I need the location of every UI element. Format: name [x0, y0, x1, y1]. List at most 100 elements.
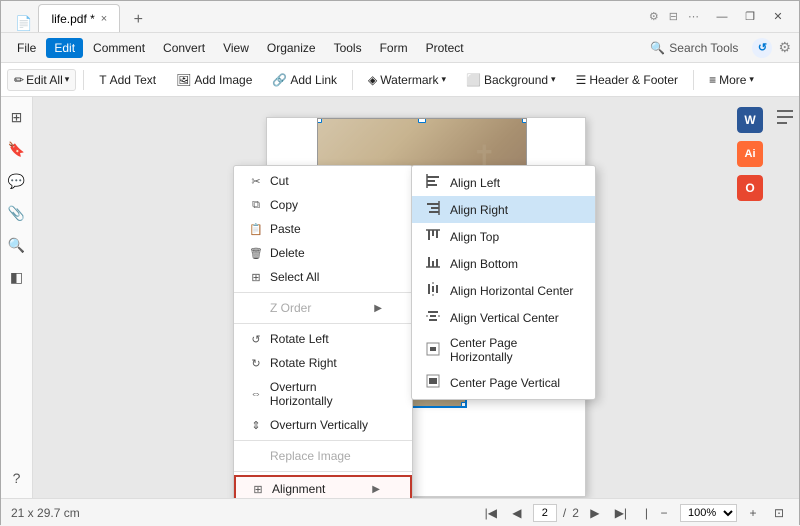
add-text-button[interactable]: T Add Text [91, 69, 164, 91]
center-page-h-item[interactable]: Center Page Horizontally [412, 331, 595, 369]
toolbar: ✏ Edit All ▾ T Add Text 🖼 Add Image 🔗 Ad… [1, 63, 799, 97]
search-sidebar-icon[interactable]: 🔍 [5, 233, 29, 257]
more-button[interactable]: ≡ More ▾ [701, 69, 762, 91]
menu-edit[interactable]: Edit [46, 38, 83, 58]
panel-toggle[interactable] [775, 107, 795, 130]
handle-tc[interactable] [418, 118, 426, 123]
align-bottom-item[interactable]: Align Bottom [412, 250, 595, 277]
select-all-icon: ⊞ [248, 271, 264, 284]
fit-page-button[interactable]: ⊡ [769, 503, 789, 523]
next-page-button[interactable]: ▶ [585, 503, 605, 523]
align-right-label: Align Right [450, 203, 508, 217]
ctx-select-all[interactable]: ⊞Select All [234, 265, 412, 289]
align-v-center-item[interactable]: Align Vertical Center [412, 304, 595, 331]
tabs-area: 📄 life.pdf * × + [1, 1, 152, 32]
status-right: |◀ ◀ / 2 ▶ ▶| | − 100% 75% 125% 150% + ⊡ [481, 503, 789, 523]
align-right-item[interactable]: Align Right [412, 196, 595, 223]
title-bar: 📄 life.pdf * × + ⚙ ⊟ ⋯ — ❐ ✕ [1, 1, 799, 33]
background-button[interactable]: ⬜ Background ▾ [458, 69, 564, 91]
ctx-overturn-h[interactable]: ⇔Overturn Horizontally [234, 375, 412, 413]
zoom-select[interactable]: 100% 75% 125% 150% [680, 504, 737, 522]
alignment-icon: ⊞ [250, 483, 266, 496]
tab-close-button[interactable]: × [101, 13, 107, 25]
ctx-rotate-left[interactable]: ↺Rotate Left [234, 327, 412, 351]
main-area: ⊞ 🔖 💬 📎 🔍 ◧ ? ✝ 🚿 [1, 97, 799, 498]
watermark-icon: ◈ [368, 73, 377, 87]
attachment-icon[interactable]: 📎 [5, 201, 29, 225]
align-left-item[interactable]: Align Left [412, 169, 595, 196]
ctx-rotate-right[interactable]: ↻Rotate Right [234, 351, 412, 375]
bookmark-icon[interactable]: 🔖 [5, 137, 29, 161]
word-icon[interactable]: W [737, 107, 763, 133]
last-page-button[interactable]: ▶| [611, 503, 631, 523]
align-left-label: Align Left [450, 176, 500, 190]
comment-sidebar-icon[interactable]: 💬 [5, 169, 29, 193]
center-page-v-icon [424, 374, 442, 391]
more-icon: ≡ [709, 73, 716, 87]
ctx-alignment[interactable]: ⊞Alignment ▶ [234, 475, 412, 498]
handle-tr[interactable] [522, 118, 527, 123]
paste-icon: 📋 [248, 223, 264, 236]
help-icon[interactable]: ? [5, 466, 29, 490]
menu-convert[interactable]: Convert [155, 38, 213, 58]
close-button[interactable]: ✕ [765, 8, 791, 26]
refresh-icon[interactable]: ↺ [752, 38, 772, 58]
ctx-paste[interactable]: 📋Paste [234, 217, 412, 241]
cut-icon: ✂ [248, 175, 264, 188]
align-h-center-item[interactable]: Align Horizontal Center [412, 277, 595, 304]
restore-button[interactable]: ❐ [737, 8, 763, 26]
zoom-out-button[interactable]: − [654, 503, 674, 523]
menu-protect[interactable]: Protect [418, 38, 472, 58]
ctx-overturn-v[interactable]: ⇕Overturn Vertically [234, 413, 412, 437]
menu-form[interactable]: Form [372, 38, 416, 58]
header-footer-button[interactable]: ☰ Header & Footer [568, 69, 686, 91]
page-size: 21 x 29.7 cm [11, 506, 80, 520]
add-image-button[interactable]: 🖼 Add Image [168, 69, 260, 91]
ctx-z-order[interactable]: Z Order ▶ [234, 296, 412, 320]
rotate-right-icon: ↻ [248, 357, 264, 370]
menu-file[interactable]: File [9, 38, 44, 58]
toolbar-separator-2 [352, 70, 353, 90]
search-tools-button[interactable]: 🔍 Search Tools [642, 39, 746, 57]
first-page-button[interactable]: |◀ [481, 503, 501, 523]
align-h-center-label: Align Horizontal Center [450, 284, 573, 298]
add-link-button[interactable]: 🔗 Add Link [264, 69, 345, 91]
status-bar: 21 x 29.7 cm |◀ ◀ / 2 ▶ ▶| | − 100% 75% … [1, 498, 799, 526]
page-number-input[interactable] [533, 504, 557, 522]
align-bottom-icon [424, 255, 442, 272]
layer-icon[interactable]: ◧ [5, 265, 29, 289]
minimize-button[interactable]: — [709, 8, 735, 26]
ctx-delete[interactable]: 🗑Delete [234, 241, 412, 265]
right-floating-icons: W Ai O [737, 107, 763, 201]
prev-page-button[interactable]: ◀ [507, 503, 527, 523]
ai-icon[interactable]: Ai [737, 141, 763, 167]
ctx-cut[interactable]: ✂Cut [234, 169, 412, 193]
toolbar-separator-3 [693, 70, 694, 90]
zoom-in-button[interactable]: + [743, 503, 763, 523]
ctx-sep-4 [234, 471, 412, 472]
menu-comment[interactable]: Comment [85, 38, 153, 58]
flip-v-icon: ⇕ [248, 419, 264, 432]
menu-organize[interactable]: Organize [259, 38, 324, 58]
z-order-arrow: ▶ [374, 303, 382, 314]
menu-tools[interactable]: Tools [326, 38, 370, 58]
new-tab-button[interactable]: + [124, 8, 152, 32]
context-menu: ✂Cut ⧉Copy 📋Paste 🗑Delete ⊞Select All Z … [233, 165, 413, 498]
handle-tl[interactable] [317, 118, 322, 123]
center-page-v-label: Center Page Vertical [450, 376, 560, 390]
office-icon[interactable]: O [737, 175, 763, 201]
settings-icon[interactable]: ⚙ [778, 39, 791, 56]
thumbnail-icon[interactable]: ⊞ [5, 105, 29, 129]
ctx-replace-image[interactable]: Replace Image [234, 444, 412, 468]
handle2-br[interactable] [461, 402, 467, 408]
watermark-button[interactable]: ◈ Watermark ▾ [360, 69, 454, 91]
ctx-copy[interactable]: ⧉Copy [234, 193, 412, 217]
align-top-item[interactable]: Align Top [412, 223, 595, 250]
pdf-tab[interactable]: life.pdf * × [38, 4, 120, 32]
search-tools-area: 🔍 Search Tools ↺ ⚙ [642, 38, 791, 58]
menu-view[interactable]: View [215, 38, 257, 58]
canvas-area: ✝ 🚿 💡 [33, 97, 799, 498]
edit-all-dropdown[interactable]: ✏ Edit All ▾ [7, 69, 76, 91]
center-page-v-item[interactable]: Center Page Vertical [412, 369, 595, 396]
align-right-icon [424, 201, 442, 218]
